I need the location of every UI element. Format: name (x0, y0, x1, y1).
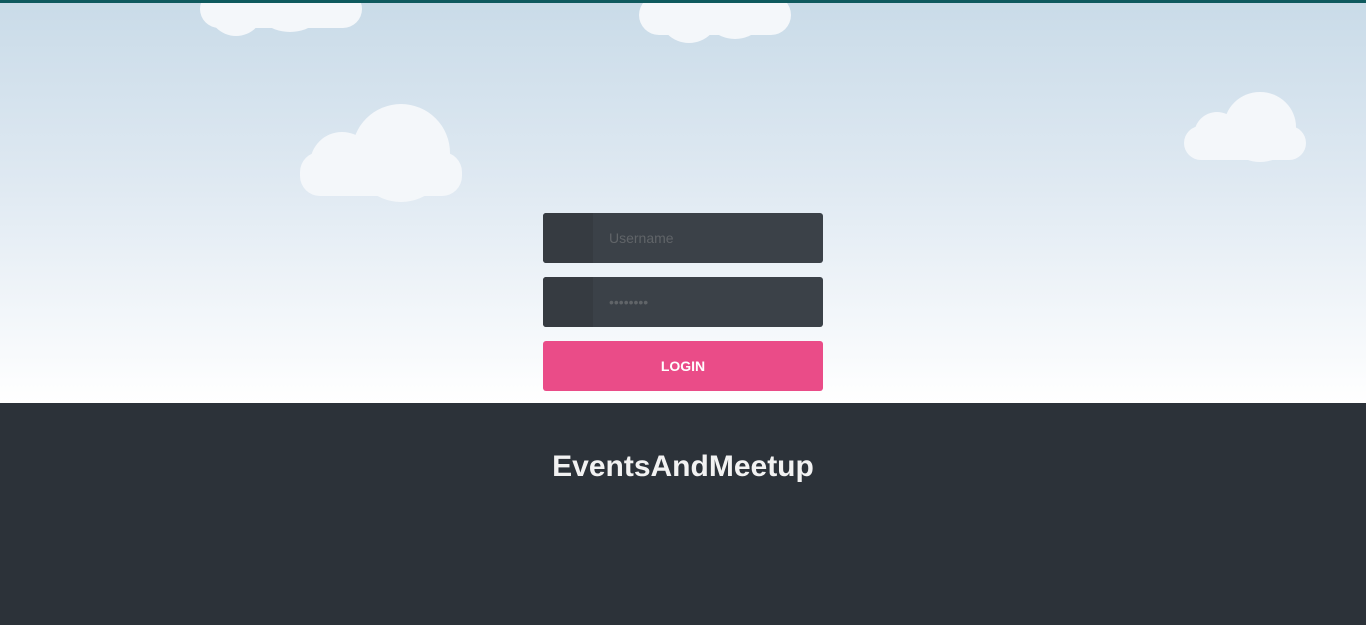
password-input[interactable] (593, 277, 823, 327)
lock-icon (543, 277, 593, 327)
login-form: LOGIN (543, 213, 823, 391)
username-field (543, 213, 823, 263)
cloud-icon (300, 104, 462, 206)
top-border (0, 0, 1366, 3)
brand-title: EventsAndMeetup (552, 450, 814, 483)
cloud-icon (639, 0, 791, 43)
user-icon (543, 213, 593, 263)
username-input[interactable] (593, 213, 823, 263)
page: LOGIN EventsAndMeetup (0, 0, 1366, 625)
cloud-icon (200, 0, 362, 38)
password-field (543, 277, 823, 327)
cloud-icon (1184, 92, 1306, 168)
login-button[interactable]: LOGIN (543, 341, 823, 391)
